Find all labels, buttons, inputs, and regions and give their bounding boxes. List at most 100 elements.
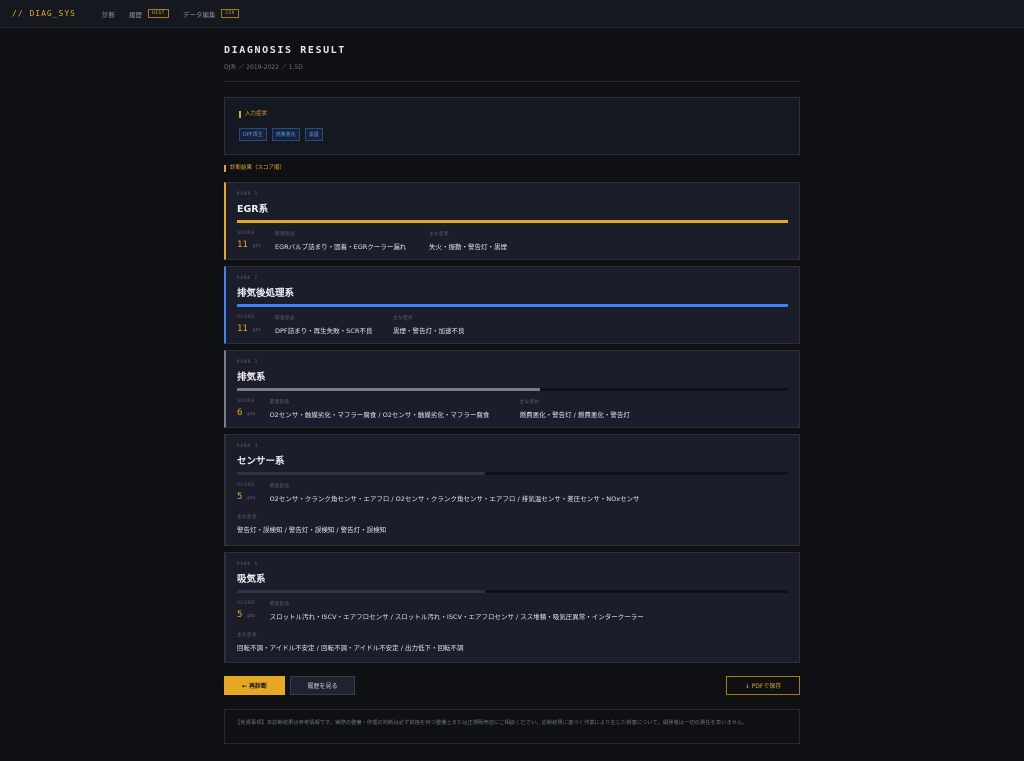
top-nav-bar: // DIAG_SYS 診断 履歴 HIST データ編集 CSV [0,0,1024,28]
result-card: RANK 3 排気系 SCORE 6 pts 関連部品 O2センサ・触媒劣化・マフ… [224,350,800,428]
app-logo[interactable]: // DIAG_SYS [12,9,76,18]
symptom-chip: 黒煙 [304,128,323,141]
score-label: SCORE [237,315,256,320]
score-label: SCORE [237,231,256,236]
nav-item-history[interactable]: 履歴 HIST [129,9,169,19]
score-bar-fill [237,472,485,475]
score-unit: pts [252,244,261,249]
parts-label: 関連部品 [269,400,290,405]
score-number: 5 [237,610,243,620]
symptom-chip: 燃費悪化 [271,128,300,141]
parts-value: EGRバルブ詰まり・固着・EGRクーラー漏れ [274,243,407,251]
score-bar-track [237,388,788,391]
nav-item-diagnosis[interactable]: 診断 [102,9,115,19]
card-title: EGR系 [237,204,269,215]
score-bar-track [237,220,788,223]
rank-label: RANK 3 [237,359,259,364]
parts-value: DPF詰まり・再生失敗・SCR不良 [274,327,373,335]
score-value: 5 pts [237,492,256,502]
nav-badge: HIST [147,9,169,18]
input-symptoms-label: 入力症状 [239,111,785,118]
rank-label: RANK 5 [237,561,259,566]
score-number: 6 [237,408,243,418]
score-bar-track [237,472,788,475]
main-content: DIAGNOSIS RESULT DJ系 ／ 2019-2022 ／ 1.5D … [224,28,800,172]
score-block: SCORE 6 pts [237,399,256,419]
symptoms-label: 主な症状 [237,515,257,520]
card-meta-row: SCORE 5 pts 関連部品 スロットル汚れ・ISCV・エアフロセンサ / ス… [237,601,788,621]
score-value: 5 pts [237,610,256,620]
score-block: SCORE 5 pts [237,601,256,621]
symptoms-value: 回転不調・アイドル不安定 / 回転不調・アイドル不安定 / 出力低下・回転不調 [237,644,464,652]
symptoms-value: 失火・振動・警告灯・黒煙 [428,243,507,251]
score-bar-fill [237,220,788,223]
card-title: センサー系 [237,456,285,467]
parts-value: O2センサ・触媒劣化・マフラー腐食 / O2センサ・触媒劣化・マフラー腐食 [269,411,490,419]
symptoms-block: 主な症状 警告灯・誤検知 / 警告灯・誤検知 / 警告灯・誤検知 [237,514,774,534]
symptom-chip-list: DPF再生 燃費悪化 黒煙 [239,128,785,141]
result-card: RANK 4 センサー系 SCORE 5 pts 関連部品 O2センサ・クランク角… [224,434,800,546]
rank-label: RANK 1 [237,191,259,196]
symptoms-block: 主な症状 回転不調・アイドル不安定 / 回転不調・アイドル不安定 / 出力低下・… [237,632,774,652]
score-bar-fill [237,388,541,391]
results-section-label: 診断結果（スコア順） [224,165,800,172]
score-number: 11 [237,324,248,334]
score-block: SCORE 5 pts [237,483,256,503]
score-bar-track [237,304,788,307]
rediagnose-button[interactable]: ← 再診断 [224,676,285,695]
parts-label: 関連部品 [274,232,295,237]
rank-label: RANK 4 [237,443,259,448]
card-meta-row: SCORE 11 pts 関連部品 EGRバルブ詰まり・固着・EGRクーラー漏れ … [237,231,788,251]
card-meta-row: SCORE 5 pts 関連部品 O2センサ・クランク角センサ・エアフロ / O2… [237,483,788,503]
nav-item-label: 診断 [101,10,115,19]
nav-badge: CSV [221,9,239,18]
score-label: SCORE [237,601,256,606]
page-subtitle: DJ系 ／ 2019-2022 ／ 1.5D [224,64,303,71]
symptoms-value: 警告灯・誤検知 / 警告灯・誤検知 / 警告灯・誤検知 [237,526,387,534]
save-pdf-button[interactable]: ↓ PDFで保存 [726,676,800,695]
disclaimer-text: 【免責事項】本診断結果は参考情報です。実際の整備・修理の判断は必ず資格を持つ整備… [224,709,800,744]
nav-item-label: 履歴 [128,10,142,19]
symptoms-label: 主な症状 [237,633,257,638]
parts-block: 関連部品 スロットル汚れ・ISCV・エアフロセンサ / スロットル汚れ・ISCV… [270,601,644,621]
score-unit: pts [247,614,256,619]
symptom-chip: DPF再生 [239,128,267,141]
score-label: SCORE [237,483,256,488]
nav-item-label: データ編集 [182,10,216,19]
score-bar-track [237,590,788,593]
nav-item-data-edit[interactable]: データ編集 CSV [183,9,239,19]
symptoms-block: 主な症状 燃費悪化・警告灯 / 燃費悪化・警告灯 [520,399,630,419]
card-meta-row: SCORE 6 pts 関連部品 O2センサ・触媒劣化・マフラー腐食 / O2セン… [237,399,788,419]
score-value: 6 pts [237,408,256,418]
card-meta-row: SCORE 11 pts 関連部品 DPF詰まり・再生失敗・SCR不良 主な症状 … [237,315,788,335]
page-title: DIAGNOSIS RESULT [224,45,346,56]
parts-block: 関連部品 DPF詰まり・再生失敗・SCR不良 [275,315,379,335]
score-number: 5 [237,492,243,502]
symptoms-block: 主な症状 黒煙・警告灯・加速不良 [393,315,465,335]
parts-block: 関連部品 O2センサ・触媒劣化・マフラー腐食 / O2センサ・触媒劣化・マフラー… [270,399,506,419]
score-value: 11 pts [237,240,261,250]
symptoms-label: 主な症状 [428,232,449,237]
result-card: RANK 1 EGR系 SCORE 11 pts 関連部品 EGRバルブ詰まり・固… [224,182,800,260]
result-card: RANK 2 排気後処理系 SCORE 11 pts 関連部品 DPF詰まり・再生… [224,266,800,344]
parts-label: 関連部品 [269,484,290,489]
score-value: 11 pts [237,324,261,334]
card-title: 排気後処理系 [237,288,295,299]
score-unit: pts [247,496,256,501]
score-number: 11 [237,240,248,250]
view-history-button[interactable]: 履歴を見る [290,676,355,695]
score-unit: pts [252,328,261,333]
score-block: SCORE 11 pts [237,231,261,251]
score-bar-fill [237,304,788,307]
score-label: SCORE [237,399,256,404]
symptoms-label: 主な症状 [519,400,540,405]
parts-block: 関連部品 O2センサ・クランク角センサ・エアフロ / O2センサ・クランク角セン… [270,483,640,503]
score-unit: pts [247,412,256,417]
symptoms-value: 黒煙・警告灯・加速不良 [392,327,465,335]
rank-label: RANK 2 [237,275,259,280]
score-bar-fill [237,590,485,593]
card-title: 吸気系 [237,574,266,585]
result-card: RANK 5 吸気系 SCORE 5 pts 関連部品 スロットル汚れ・ISCV・… [224,552,800,663]
card-title: 排気系 [237,372,266,383]
parts-label: 関連部品 [274,316,295,321]
